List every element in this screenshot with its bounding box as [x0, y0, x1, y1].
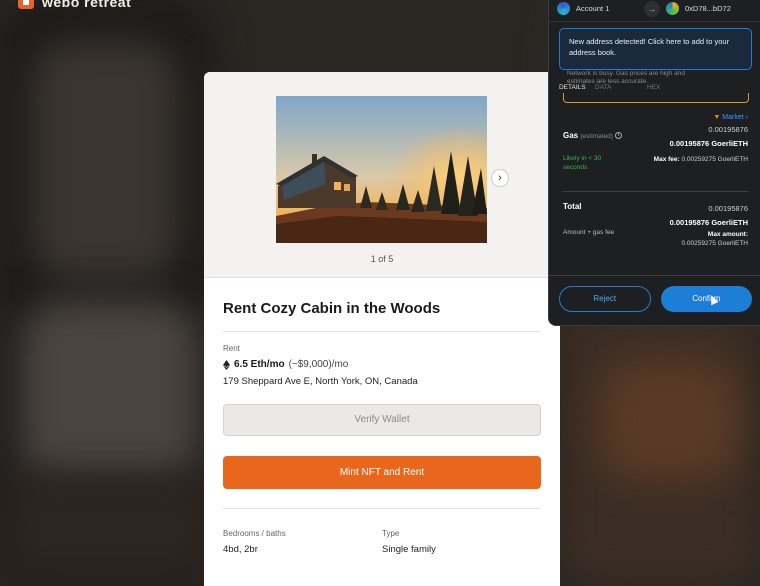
price-eth: 6.5 Eth/mo: [234, 359, 285, 370]
logo-text: webo retreat: [42, 0, 132, 10]
total-amount: 0.00195876: [708, 204, 748, 213]
spec-value: Single family: [382, 544, 436, 555]
spec-value: 4bd, 2br: [223, 544, 258, 555]
arrow-right-icon: →: [644, 0, 660, 17]
listing-card: › 1 of 5 Rent Cozy Cabin in the Woods Re…: [204, 72, 560, 586]
next-photo-button[interactable]: ›: [491, 169, 509, 187]
gas-label: Gas (estimated) i: [563, 131, 623, 140]
fox-icon: ▼: [713, 114, 721, 121]
photo-counter: 1 of 5: [370, 254, 394, 264]
house-icon: [18, 0, 34, 9]
tab-data[interactable]: DATA: [595, 84, 611, 91]
rent-label: Rent: [223, 344, 240, 353]
chevron-right-icon: ›: [745, 114, 748, 121]
gas-amount-bold: 0.00195876 GoerliETH: [669, 139, 748, 148]
reject-button[interactable]: Reject: [559, 286, 651, 312]
gas-timing: Likely in < 30 seconds: [563, 155, 602, 171]
account-bar: Account 1 → 0xD78...bD72: [549, 0, 760, 22]
photo-gallery: › 1 of 5: [204, 72, 560, 278]
market-label: Market: [722, 114, 744, 121]
info-icon[interactable]: i: [615, 132, 623, 140]
total-section: Total 0.00195876 0.00195876 GoerliETH Am…: [549, 192, 760, 258]
tabs-row: Network is busy. Gas prices are high and…: [549, 70, 760, 103]
gas-section: Gas (estimated) i 0.00195876 0.00195876 …: [549, 121, 760, 191]
cabin-photo: [276, 96, 487, 243]
mint-nft-and-rent-button[interactable]: Mint NFT and Rent: [223, 456, 541, 489]
listing-title: Rent Cozy Cabin in the Woods: [223, 300, 541, 332]
spec-label: Type: [382, 529, 400, 538]
divider: [223, 508, 541, 509]
spec-type: Type Single family: [382, 529, 541, 555]
wallet-confirm-popup: Account 1 → 0xD78...bD72 New address det…: [548, 0, 760, 326]
spec-label: Bedrooms / baths: [223, 529, 286, 538]
tab-details[interactable]: DETAILS: [559, 84, 586, 91]
ethereum-icon: [223, 359, 230, 370]
gas-edit-bar[interactable]: [563, 93, 749, 103]
confirm-button[interactable]: Confirm: [660, 286, 752, 312]
gas-market-setting[interactable]: ▼ Market ›: [549, 114, 760, 121]
total-amount-bold: 0.00195876 GoerliETH: [669, 218, 748, 227]
account-avatar-icon: [557, 2, 570, 15]
to-address[interactable]: 0xD78...bD72: [685, 4, 731, 13]
total-label: Total: [563, 202, 582, 211]
recipient-avatar-icon: [666, 2, 679, 15]
amount-plus-gas-label: Amount + gas fee: [563, 229, 615, 236]
listing-specs: Bedrooms / baths 4bd, 2br Type Single fa…: [223, 529, 541, 555]
price-usd: (~$9,000)/mo: [288, 359, 349, 370]
listing-address: 179 Sheppard Ave E, North York, ON, Cana…: [223, 376, 418, 387]
new-address-notice[interactable]: New address detected! Click here to add …: [559, 28, 752, 70]
app-logo[interactable]: webo retreat: [18, 0, 131, 10]
tab-hex[interactable]: HEX: [647, 84, 660, 91]
verify-wallet-button[interactable]: Verify Wallet: [223, 404, 541, 436]
spec-bedrooms: Bedrooms / baths 4bd, 2br: [223, 529, 382, 555]
from-account[interactable]: Account 1: [576, 4, 638, 13]
price-row: 6.5 Eth/mo (~$9,000)/mo: [223, 359, 541, 370]
action-bar: Reject Confirm: [549, 275, 760, 325]
